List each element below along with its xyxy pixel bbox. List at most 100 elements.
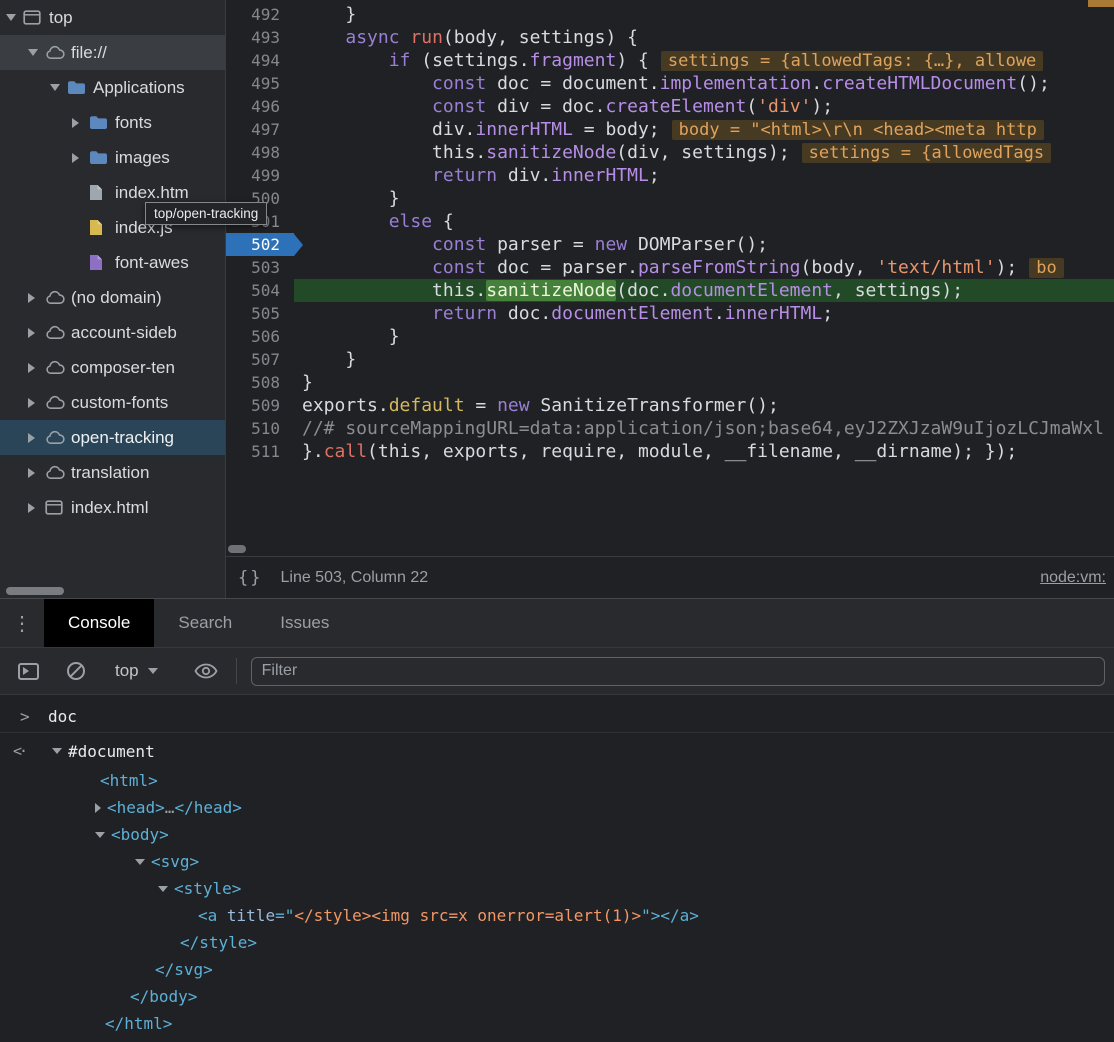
code-line-503: 503 const doc = parser.parseFromString(b… [226,256,1114,279]
sidebar-item-composer-ten[interactable]: composer-ten [0,350,225,385]
code-line-text[interactable]: const doc = parser.parseFromString(body,… [294,256,1064,279]
tab-console[interactable]: Console [44,599,154,647]
code-line-509: 509exports.default = new SanitizeTransfo… [226,394,1114,417]
code-token: innerHTML [551,165,649,186]
sidebar-item-index-html[interactable]: index.html [0,490,225,525]
console-text: " [641,906,651,925]
navigator-hscroll-thumb[interactable] [6,587,64,595]
line-number[interactable]: 494 [226,49,294,72]
line-number[interactable]: 492 [226,3,294,26]
line-number[interactable]: 495 [226,72,294,95]
code-line-text[interactable]: this.sanitizeNode(doc.documentElement, s… [294,279,963,302]
console-result-row[interactable]: <·#document [0,735,1114,767]
chevron-right-icon[interactable] [28,328,35,338]
code-line-text[interactable]: exports.default = new SanitizeTransforme… [294,394,779,417]
code-line-text[interactable]: return div.innerHTML; [294,164,660,187]
console-filter-input[interactable] [251,657,1105,686]
code-line-text[interactable]: }.call(this, exports, require, module, _… [294,440,1017,463]
chevron-down-icon[interactable] [28,49,38,56]
chevron-right-icon[interactable] [28,433,35,443]
line-number[interactable]: 496 [226,95,294,118]
chevron-right-icon[interactable] [28,293,35,303]
sidebar-item-top[interactable]: top [0,0,225,35]
line-number[interactable]: 508 [226,371,294,394]
dom-tree-row[interactable]: <a title="</style><img src=x onerror=ale… [0,902,1114,929]
line-number[interactable]: 498 [226,141,294,164]
expand-arrow-down-icon[interactable] [158,886,168,892]
clear-console-icon[interactable] [67,662,85,680]
tab-search[interactable]: Search [154,599,256,647]
sidebar-item-applications[interactable]: Applications [0,70,225,105]
code-line-text[interactable]: this.sanitizeNode(div, settings);setting… [294,141,1051,164]
line-number[interactable]: 504 [226,279,294,302]
line-number[interactable]: 511 [226,440,294,463]
code-line-text[interactable]: const doc = document.implementation.crea… [294,72,1050,95]
chevron-right-icon[interactable] [28,363,35,373]
sidebar-item-account-sideb[interactable]: account-sideb [0,315,225,350]
line-number[interactable]: 497 [226,118,294,141]
code-line-text[interactable]: //# sourceMappingURL=data:application/js… [294,417,1104,440]
sidebar-item-images[interactable]: images [0,140,225,175]
code-line-text[interactable]: } [294,187,400,210]
chevron-right-icon[interactable] [28,398,35,408]
dom-tree-row[interactable]: <body> [0,821,1114,848]
code-line-text[interactable]: } [294,3,356,26]
line-number[interactable]: 507 [226,348,294,371]
sidebar-item-translation[interactable]: translation [0,455,225,490]
chevron-down-icon[interactable] [6,14,16,21]
dom-tree-row[interactable]: </body> [0,983,1114,1010]
pretty-print-button[interactable]: {} [238,568,262,588]
drawer-menu-icon[interactable]: ⋮ [0,599,44,647]
code-line-text[interactable]: const div = doc.createElement('div'); [294,95,833,118]
chevron-right-icon[interactable] [28,468,35,478]
dom-tree-row[interactable]: <svg> [0,848,1114,875]
sidebar-item-font-awes[interactable]: font-awes [0,245,225,280]
line-number[interactable]: 506 [226,325,294,348]
chevron-right-icon[interactable] [28,503,35,513]
code-line-text[interactable]: div.innerHTML = body;body = "<html>\r\n … [294,118,1044,141]
console-text: =" [275,906,294,925]
dom-tree-row[interactable]: </style> [0,929,1114,956]
sidebar-item-no-domain[interactable]: (no domain) [0,280,225,315]
line-number[interactable]: 503 [226,256,294,279]
line-number[interactable]: 509 [226,394,294,417]
dom-tree-row[interactable]: <head>…</head> [0,794,1114,821]
code-line-text[interactable]: } [294,348,356,371]
sidebar-item-label: fonts [115,113,152,133]
tab-issues[interactable]: Issues [256,599,353,647]
dom-tree-row[interactable]: </svg> [0,956,1114,983]
expand-arrow-right-icon[interactable] [95,803,101,813]
code-line-text[interactable]: async run(body, settings) { [294,26,638,49]
console-sidebar-toggle-icon[interactable] [18,663,39,680]
sidebar-item-file[interactable]: file:// [0,35,225,70]
source-mapped-file-link[interactable]: node:vm: [1040,569,1106,587]
line-number[interactable]: 510 [226,417,294,440]
expand-arrow-down-icon[interactable] [95,832,105,838]
context-selector-dropdown[interactable]: top [115,661,158,681]
sidebar-item-open-tracking[interactable]: open-tracking [0,420,225,455]
line-number[interactable]: 493 [226,26,294,49]
editor-hscroll-thumb[interactable] [228,545,246,553]
execution-line-number[interactable]: 502 [226,233,294,256]
expand-arrow-down-icon[interactable] [52,748,62,754]
sidebar-item-custom-fonts[interactable]: custom-fonts [0,385,225,420]
code-line-text[interactable]: } [294,371,313,394]
code-line-text[interactable]: else { [294,210,454,233]
code-area[interactable]: 492 }493 async run(body, settings) {494 … [226,0,1114,542]
dom-tree-row[interactable]: </html> [0,1010,1114,1037]
live-expression-eye-icon[interactable] [194,661,218,681]
line-number[interactable]: 505 [226,302,294,325]
code-line-text[interactable]: const parser = new DOMParser(); [294,233,768,256]
dom-tree-row[interactable]: <html> [0,767,1114,794]
dom-tree-row[interactable]: <style> [0,875,1114,902]
code-line-text[interactable]: return doc.documentElement.innerHTML; [294,302,833,325]
sidebar-item-fonts[interactable]: fonts [0,105,225,140]
line-number[interactable]: 499 [226,164,294,187]
code-line-text[interactable]: if (settings.fragment) {settings = {allo… [294,49,1043,72]
chevron-right-icon[interactable] [72,153,79,163]
code-line-text[interactable]: } [294,325,400,348]
chevron-down-icon[interactable] [50,84,60,91]
console-input-echo[interactable]: >doc [0,701,1114,733]
chevron-right-icon[interactable] [72,118,79,128]
expand-arrow-down-icon[interactable] [135,859,145,865]
